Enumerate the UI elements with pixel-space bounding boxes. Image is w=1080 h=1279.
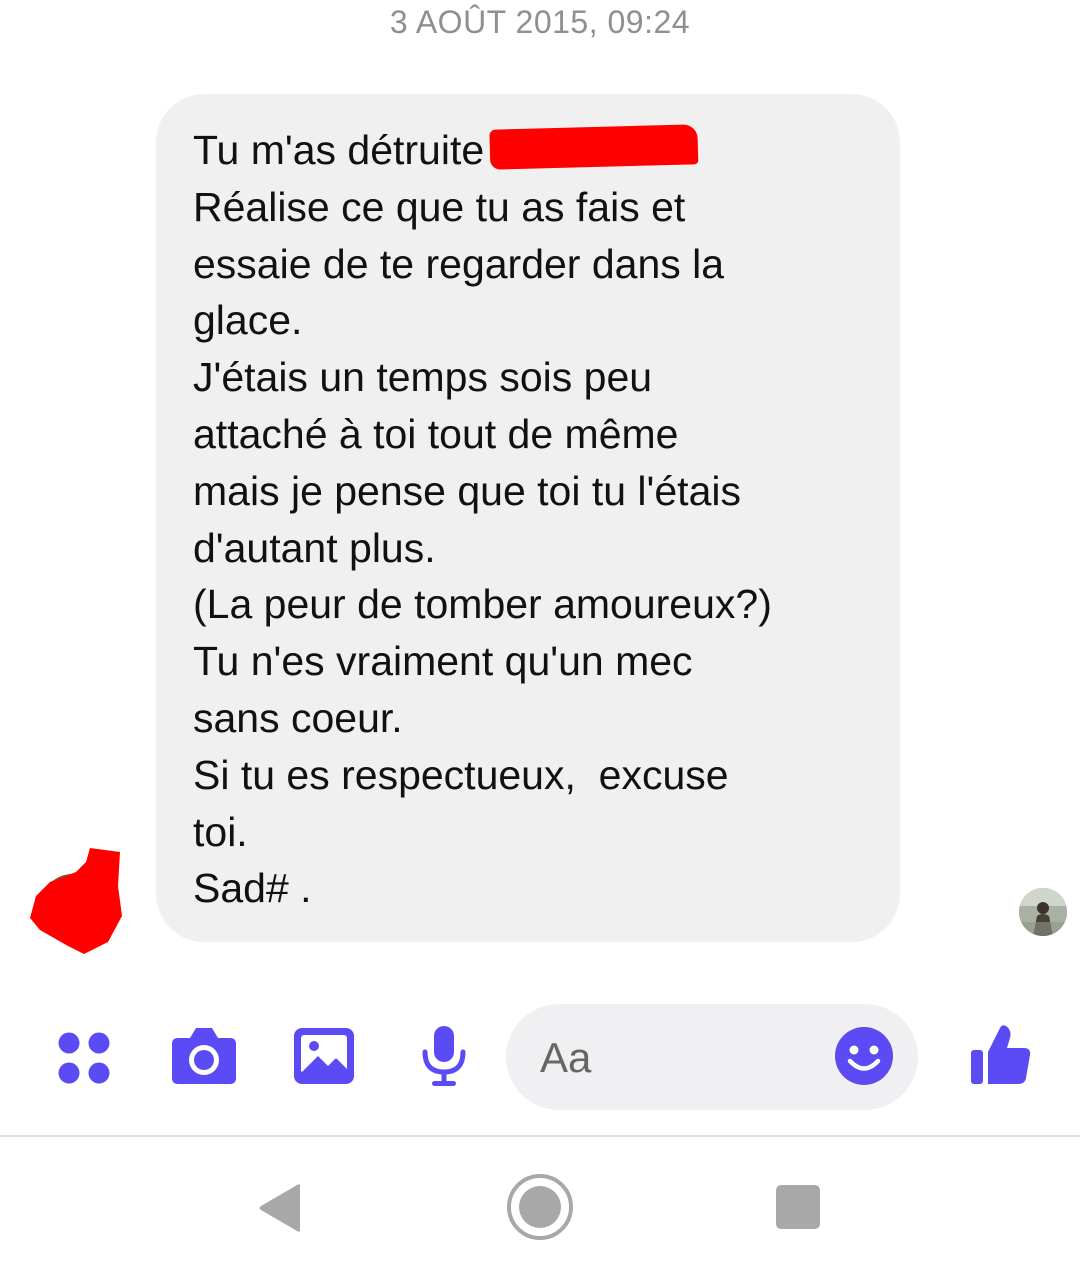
message-line: essaie de te regarder dans la — [193, 240, 725, 287]
camera-icon[interactable] — [170, 1026, 238, 1086]
seen-avatar-photo-icon — [1019, 888, 1067, 936]
message-timestamp: 3 AOÛT 2015, 09:24 — [389, 4, 691, 40]
message-line: Réalise ce que tu as fais et — [193, 183, 686, 230]
message-line: (La peur de tomber amoureux?) — [193, 581, 772, 628]
message-line: d'autant plus. — [193, 524, 436, 571]
seen-avatar — [1019, 888, 1067, 936]
thumbs-up-icon[interactable] — [968, 1022, 1034, 1088]
redaction-mark — [489, 124, 699, 170]
message-line: Si tu es respectueux, excuse — [193, 751, 729, 798]
message-line: attaché à toi tout de même — [193, 410, 679, 457]
microphone-icon[interactable] — [420, 1024, 468, 1088]
home-circle-icon[interactable] — [506, 1173, 574, 1241]
apps-dots-icon[interactable] — [56, 1030, 112, 1086]
recents-square-icon[interactable] — [774, 1183, 822, 1231]
message-line: glace. — [193, 297, 303, 344]
message-line: J'étais un temps sois peu — [193, 354, 653, 401]
back-triangle-icon[interactable] — [256, 1183, 304, 1233]
image-icon[interactable] — [292, 1026, 356, 1086]
message-line: toi. — [193, 808, 248, 855]
message-line: Tu m'as détruite — [193, 122, 870, 179]
message-line: mais je pense que toi tu l'étais — [193, 467, 741, 514]
emoji-icon[interactable] — [834, 1026, 894, 1086]
message-line: sans coeur. — [193, 694, 403, 741]
redacted-avatar-icon — [30, 848, 122, 954]
system-navigation-bar — [0, 1137, 1080, 1279]
message-bubble[interactable]: Tu m'as détruite Réalise ce que tu as fa… — [156, 94, 900, 942]
message-input-placeholder: Aa — [540, 1034, 592, 1081]
sender-avatar[interactable] — [28, 846, 124, 956]
message-line: Tu n'es vraiment qu'un mec — [193, 638, 693, 685]
message-line: Sad# . — [193, 865, 312, 912]
